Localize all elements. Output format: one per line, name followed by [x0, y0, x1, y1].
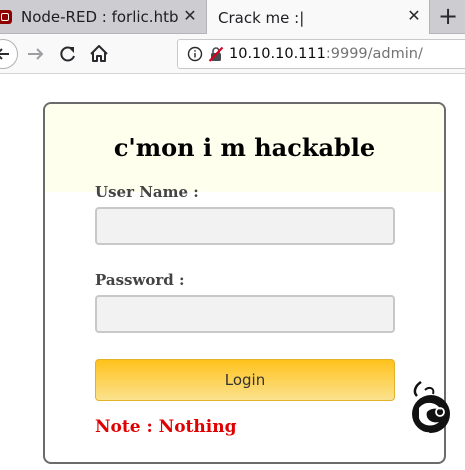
page-title: c'mon i m hackable [113, 133, 376, 162]
home-icon [90, 45, 108, 62]
home-button[interactable] [85, 40, 113, 68]
forward-button[interactable] [22, 40, 50, 68]
info-icon[interactable] [187, 46, 203, 62]
login-button[interactable]: Login [95, 359, 395, 401]
back-button[interactable] [0, 39, 18, 69]
forward-arrow-icon [28, 48, 44, 60]
password-input[interactable] [95, 295, 395, 333]
password-label: Password : [95, 271, 185, 289]
tab-crack-me[interactable]: Crack me :| ✕ [206, 0, 430, 35]
username-label: User Name : [95, 183, 199, 201]
reload-icon [60, 46, 75, 62]
node-red-favicon-icon [0, 10, 12, 24]
url-host: 10.10.10.111 [229, 46, 326, 62]
tab-strip: Node-RED : forlic.htb ✕ Crack me :| ✕ + [0, 0, 465, 35]
new-tab-button[interactable]: + [436, 4, 460, 28]
url-text[interactable]: 10.10.10.111:9999/admin/ [229, 45, 423, 63]
url-path: :9999/admin/ [325, 46, 423, 62]
insecure-lock-icon[interactable] [208, 46, 224, 62]
tab-title: Crack me :| [218, 8, 305, 27]
tab-title: Node-RED : forlic.htb [21, 8, 179, 26]
note-text: Note : Nothing [95, 417, 237, 437]
url-bar[interactable]: 10.10.10.111:9999/admin/ [177, 39, 465, 69]
back-arrow-icon [0, 48, 9, 60]
login-card: c'mon i m hackable User Name : Password … [43, 102, 446, 464]
close-tab-icon[interactable]: ✕ [407, 8, 421, 24]
close-tab-icon[interactable]: ✕ [183, 8, 197, 24]
dragon-logo-icon [412, 380, 450, 434]
tab-node-red[interactable]: Node-RED : forlic.htb ✕ [0, 0, 205, 34]
nav-bar: 10.10.10.111:9999/admin/ [0, 34, 465, 74]
reload-button[interactable] [54, 40, 82, 68]
username-input[interactable] [95, 207, 395, 245]
